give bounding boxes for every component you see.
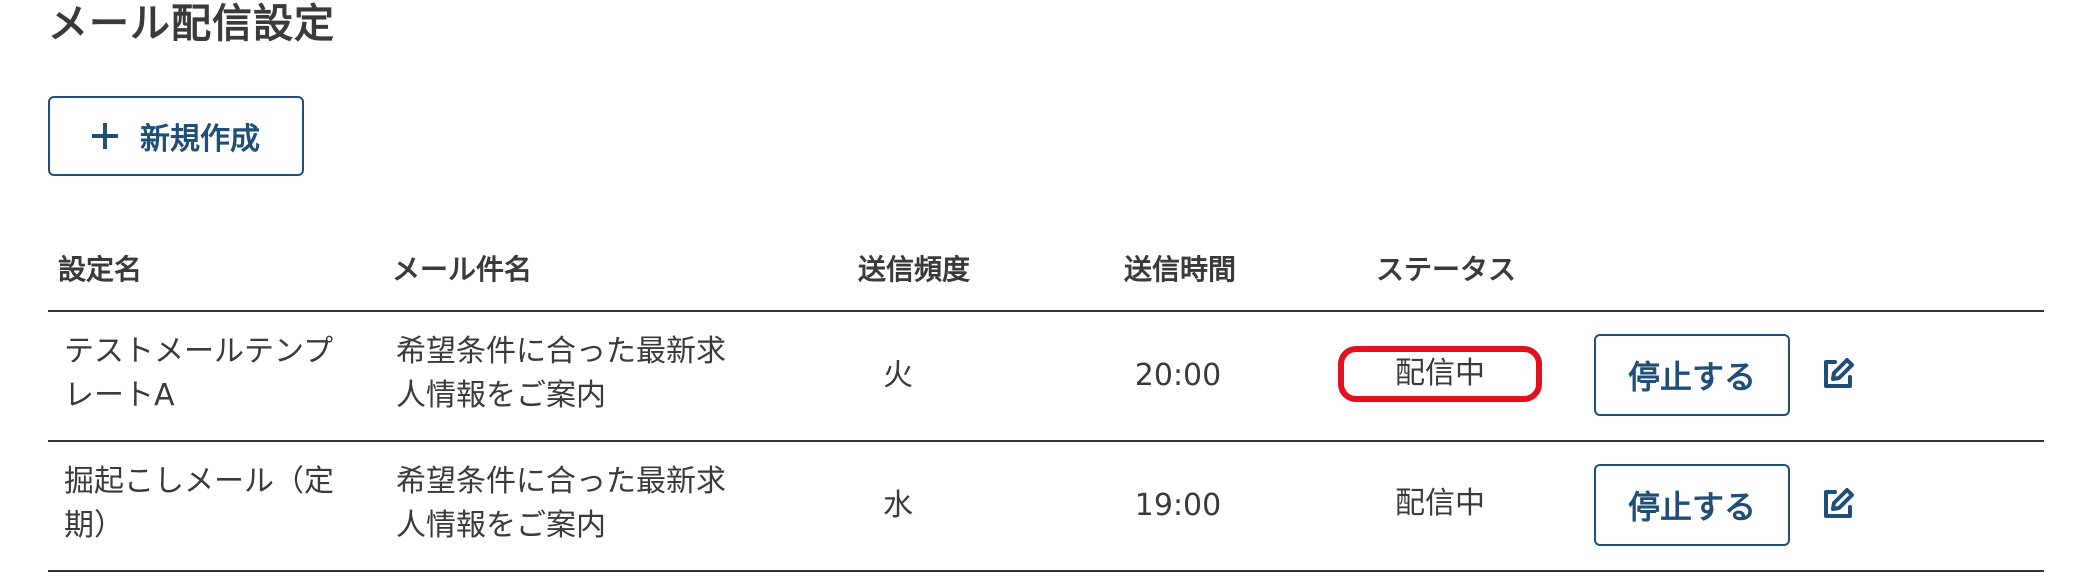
mail-subject-line: 人情報をご案内 bbox=[396, 508, 606, 543]
header-frequency: 送信頻度 bbox=[858, 253, 971, 286]
mail-settings-table: 設定名 メール件名 送信頻度 送信時間 ステータス テストメールテンプ レートA… bbox=[48, 240, 2044, 572]
setting-name-line: 掘起こしメール（定 bbox=[64, 464, 334, 499]
header-mail-subject: メール件名 bbox=[392, 253, 533, 286]
new-create-button[interactable]: 新規作成 bbox=[48, 96, 304, 176]
stop-button[interactable]: 停止する bbox=[1594, 334, 1790, 416]
mail-subject-line: 人情報をご案内 bbox=[396, 378, 606, 413]
setting-name-line: レートA bbox=[64, 378, 175, 413]
edit-icon[interactable] bbox=[1818, 484, 1858, 524]
table-row: 掘起こしメール（定 期） 希望条件に合った最新求 人情報をご案内 水 19:00… bbox=[48, 442, 2044, 572]
mail-subject-line: 希望条件に合った最新求 bbox=[396, 464, 726, 499]
header-setting-name: 設定名 bbox=[58, 253, 143, 286]
stop-button[interactable]: 停止する bbox=[1594, 464, 1790, 546]
frequency-cell: 水 bbox=[883, 488, 913, 523]
setting-name-cell: 掘起こしメール（定 期） bbox=[64, 460, 374, 548]
mail-subject-cell: 希望条件に合った最新求 人情報をご案内 bbox=[396, 330, 756, 418]
header-status: ステータス bbox=[1376, 253, 1517, 286]
plus-icon bbox=[92, 123, 118, 149]
mail-subject-line: 希望条件に合った最新求 bbox=[396, 334, 726, 369]
status-badge: 配信中 bbox=[1395, 486, 1485, 521]
page-title: メール配信設定 bbox=[48, 1, 335, 47]
status-badge: 配信中 bbox=[1338, 346, 1542, 402]
send-time-cell: 19:00 bbox=[1134, 488, 1222, 523]
setting-name-line: テストメールテンプ bbox=[64, 334, 334, 369]
mail-subject-cell: 希望条件に合った最新求 人情報をご案内 bbox=[396, 460, 756, 548]
setting-name-cell: テストメールテンプ レートA bbox=[64, 330, 374, 418]
frequency-cell: 火 bbox=[883, 358, 913, 393]
header-send-time: 送信時間 bbox=[1124, 253, 1237, 286]
send-time-cell: 20:00 bbox=[1134, 358, 1222, 393]
table-header: 設定名 メール件名 送信頻度 送信時間 ステータス bbox=[48, 240, 2044, 312]
edit-icon[interactable] bbox=[1818, 354, 1858, 394]
setting-name-line: 期） bbox=[64, 508, 124, 543]
new-create-label: 新規作成 bbox=[140, 122, 260, 157]
table-row: テストメールテンプ レートA 希望条件に合った最新求 人情報をご案内 火 20:… bbox=[48, 312, 2044, 442]
